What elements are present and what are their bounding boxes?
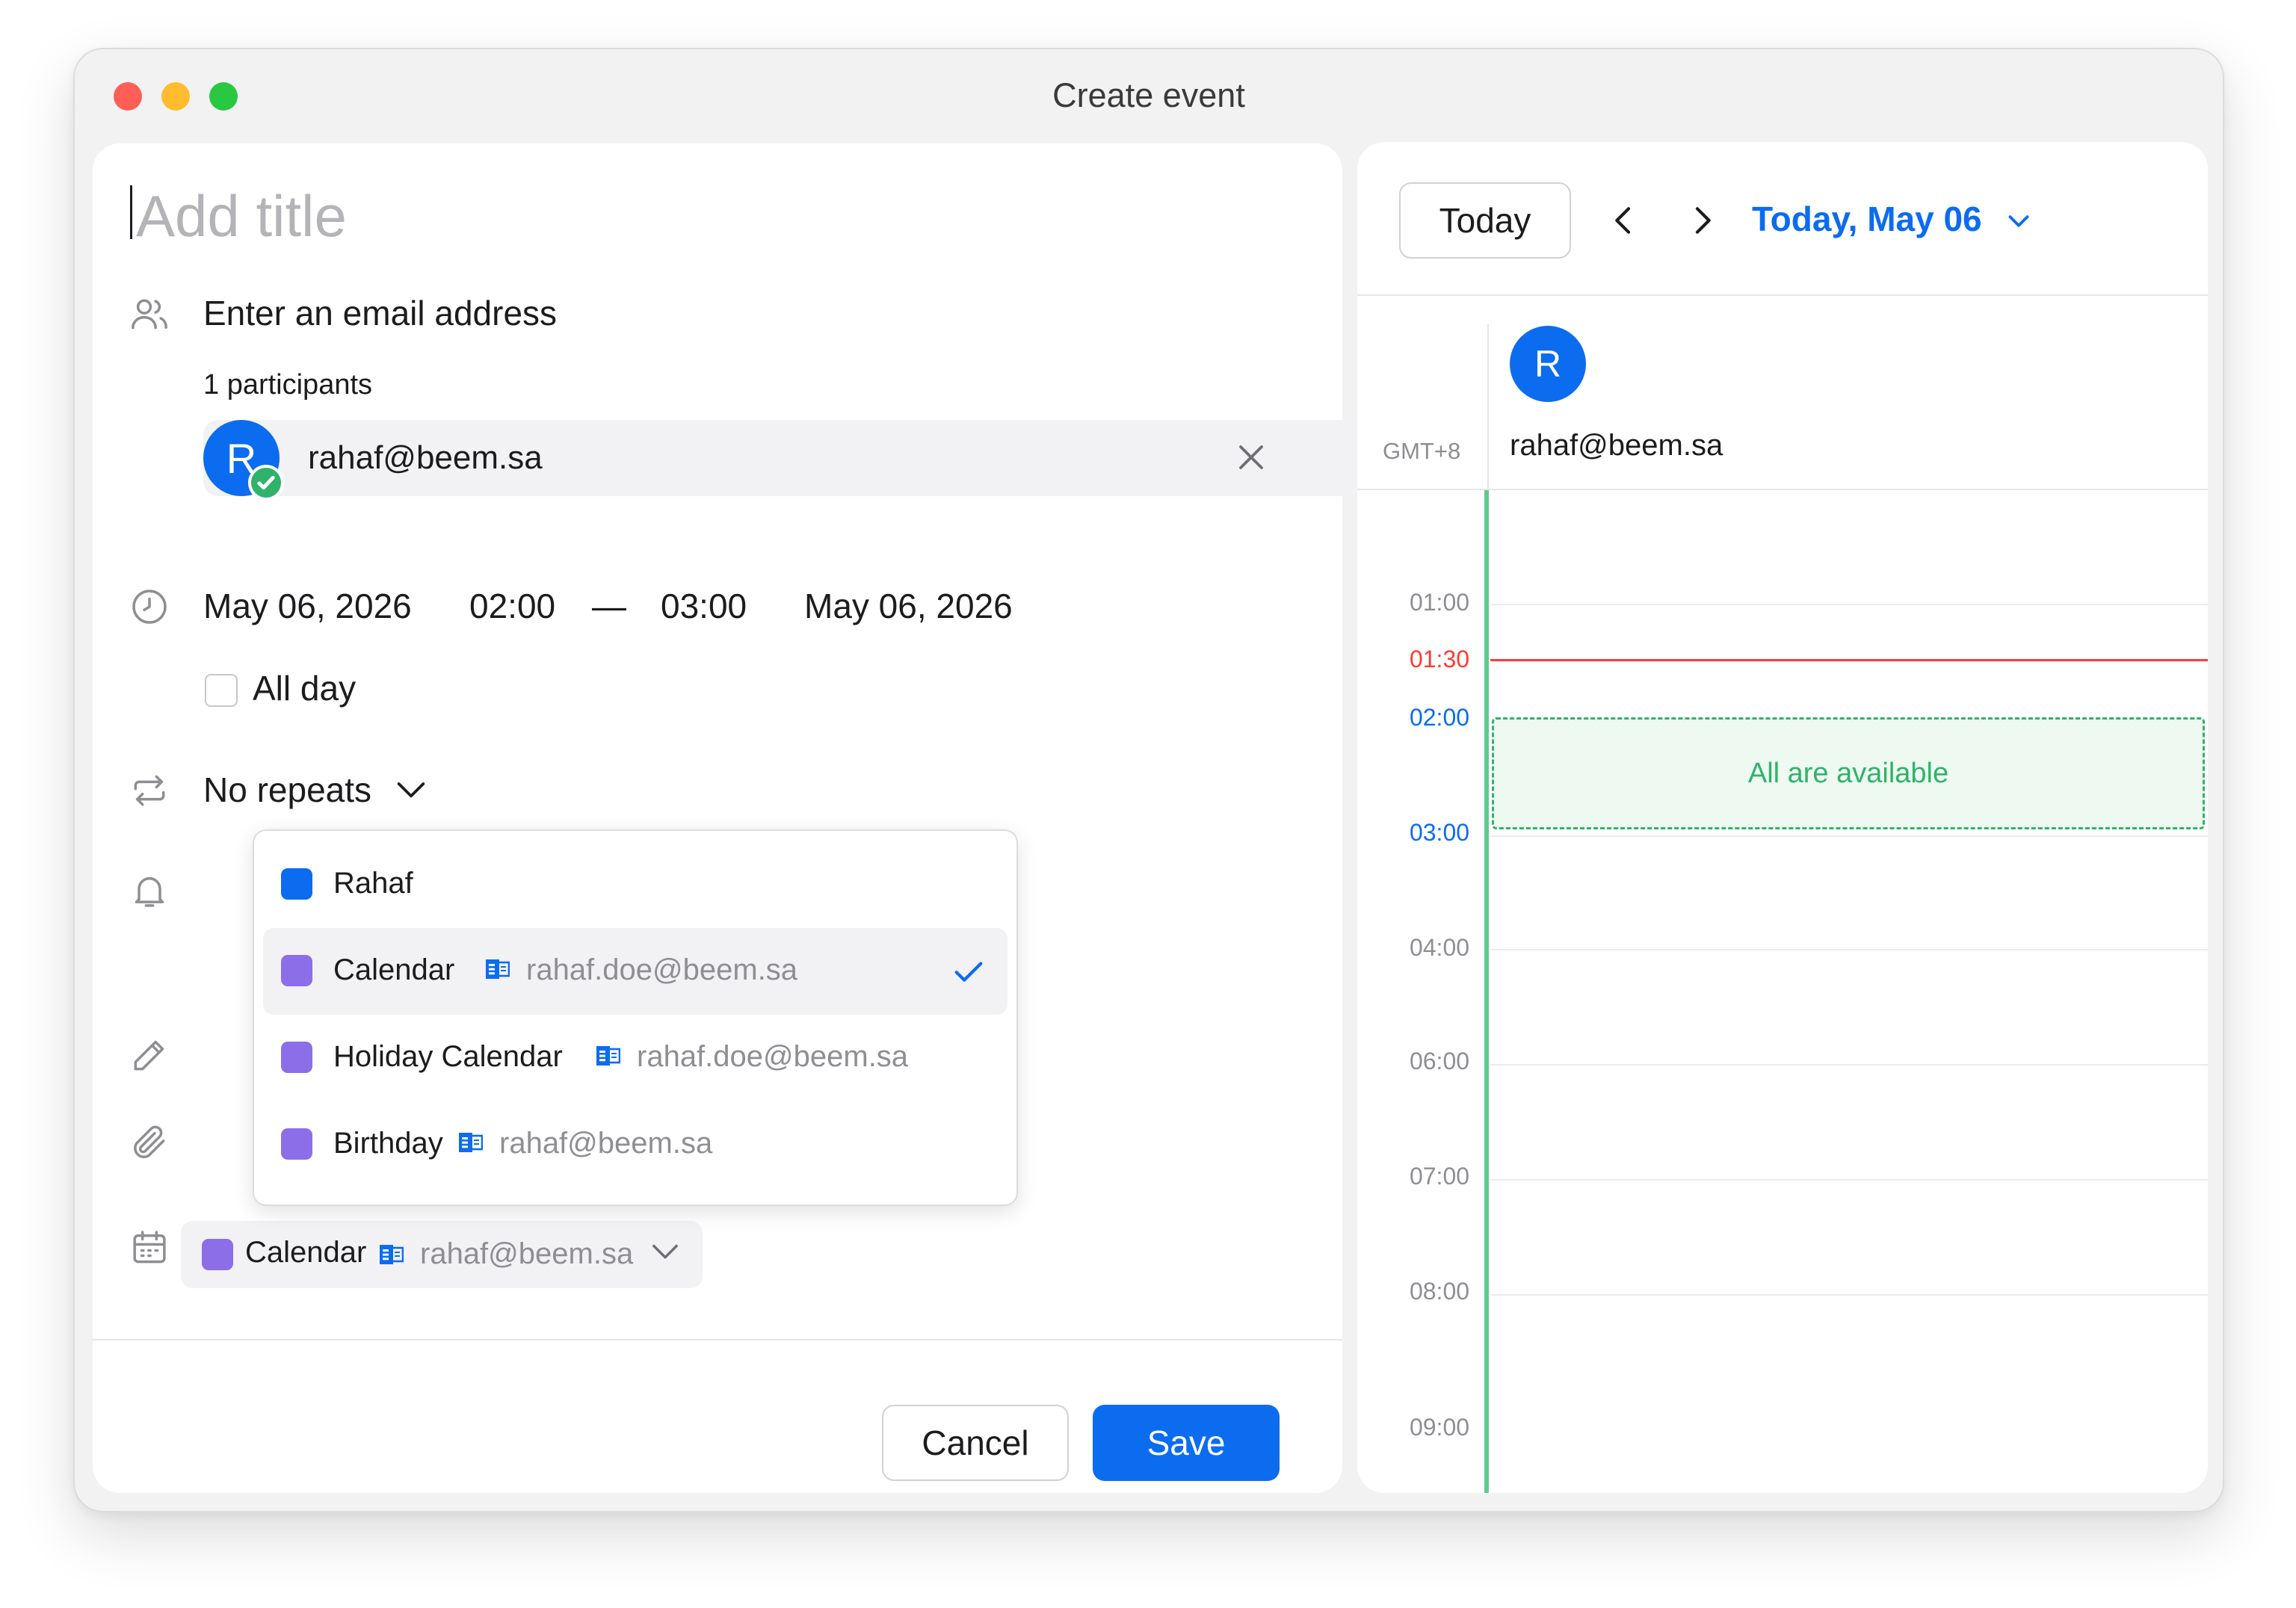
attendee-avatar: R: [1510, 326, 1586, 402]
start-date[interactable]: May 06, 2026: [203, 586, 412, 626]
timezone-label: GMT+8: [1383, 438, 1461, 464]
gridline: [1490, 1179, 2208, 1181]
remove-participant-icon[interactable]: [1230, 436, 1272, 478]
all-day-label: All day: [253, 669, 357, 708]
repeat-chevron-down-icon[interactable]: [390, 768, 432, 810]
gridline: [1490, 1294, 2208, 1296]
cancel-button[interactable]: Cancel: [882, 1405, 1069, 1481]
calendar-color-swatch: [202, 1239, 233, 1270]
dropdown-item-name: Calendar: [333, 953, 455, 986]
exchange-icon: [380, 1242, 404, 1267]
time-label: 04:00: [1409, 934, 1470, 961]
start-time[interactable]: 02:00: [469, 586, 555, 626]
dropdown-item-name: Birthday: [333, 1127, 443, 1160]
calendar-icon: [129, 1227, 170, 1269]
attendee-email: rahaf@beem.sa: [1510, 429, 1723, 462]
gridline: [1490, 1064, 2208, 1066]
time-label: 09:00: [1409, 1414, 1470, 1441]
time-label: 08:00: [1409, 1278, 1470, 1305]
dropdown-item-swatch: [281, 868, 312, 900]
participants-icon: [129, 293, 170, 335]
previous-day-chevron-left-icon[interactable]: [1602, 199, 1646, 242]
accepted-check-icon: [248, 465, 284, 501]
dropdown-item-name: Holiday Calendar: [333, 1040, 563, 1073]
dropdown-item-account: rahaf@beem.sa: [499, 1127, 713, 1160]
paperclip-icon: [129, 1121, 170, 1163]
dropdown-item-account: rahaf.doe@beem.sa: [637, 1040, 909, 1073]
save-button[interactable]: Save: [1093, 1405, 1280, 1481]
header-divider: [1357, 294, 2208, 296]
selected-checkmark-icon: [948, 950, 990, 992]
calendar-select-name: Calendar: [245, 1236, 367, 1269]
schedule-panel: Today Today, May 06 GMT+8 R rahaf@beem.s…: [1357, 142, 2208, 1493]
gridline: [1490, 604, 2208, 605]
calendar-select-account: rahaf@beem.sa: [420, 1237, 634, 1270]
all-day-checkbox[interactable]: [205, 674, 238, 707]
repeat-icon: [129, 770, 170, 811]
calendar-dropdown-menu: Rahaf Calendar rahaf.doe@beem.sa Holiday…: [253, 829, 1018, 1206]
next-day-chevron-right-icon[interactable]: [1680, 199, 1723, 242]
bell-icon: [129, 870, 170, 912]
dropdown-item-swatch: [281, 955, 312, 986]
timeline-bar: [1484, 490, 1489, 1493]
today-button[interactable]: Today: [1399, 182, 1571, 259]
title-input[interactable]: Add title: [136, 182, 347, 250]
availability-slot[interactable]: All are available: [1492, 717, 2205, 829]
participant-email: rahaf@beem.sa: [308, 439, 543, 476]
event-start-time-label: 02:00: [1409, 704, 1470, 731]
event-end-time-label: 03:00: [1409, 819, 1470, 846]
time-label: 01:00: [1409, 589, 1470, 616]
dropdown-item-name: Rahaf: [333, 867, 413, 900]
date-chevron-down-icon[interactable]: [2002, 203, 2036, 238]
current-time-label: 01:30: [1409, 646, 1470, 672]
date-picker[interactable]: Today, May 06: [1752, 199, 1982, 239]
time-label: 07:00: [1409, 1163, 1470, 1190]
current-time-line: [1490, 659, 2208, 661]
email-input[interactable]: Enter an email address: [203, 293, 557, 333]
exchange-icon: [486, 956, 510, 982]
end-date[interactable]: May 06, 2026: [804, 586, 1013, 626]
time-label: 06:00: [1409, 1048, 1470, 1074]
gridline: [1490, 835, 2208, 837]
dropdown-item-swatch: [281, 1042, 312, 1073]
window-title: Create event: [1052, 76, 1245, 114]
event-form-panel: Add title Enter an email address 1 parti…: [93, 143, 1380, 1493]
calendar-chevron-down-icon[interactable]: [646, 1231, 685, 1270]
dropdown-item-account: rahaf.doe@beem.sa: [526, 953, 798, 986]
footer-divider: [93, 1339, 1342, 1340]
time-separator: —: [592, 587, 626, 625]
pencil-icon: [129, 1034, 170, 1076]
clock-icon: [129, 586, 170, 628]
text-cursor: [130, 185, 132, 239]
end-time[interactable]: 03:00: [661, 586, 747, 626]
repeat-select[interactable]: No repeats: [203, 770, 371, 810]
exchange-icon: [459, 1130, 483, 1155]
participants-count: 1 participants: [203, 369, 373, 401]
dropdown-item-swatch: [281, 1128, 312, 1160]
gridline: [1490, 949, 2208, 950]
exchange-icon: [596, 1043, 620, 1069]
